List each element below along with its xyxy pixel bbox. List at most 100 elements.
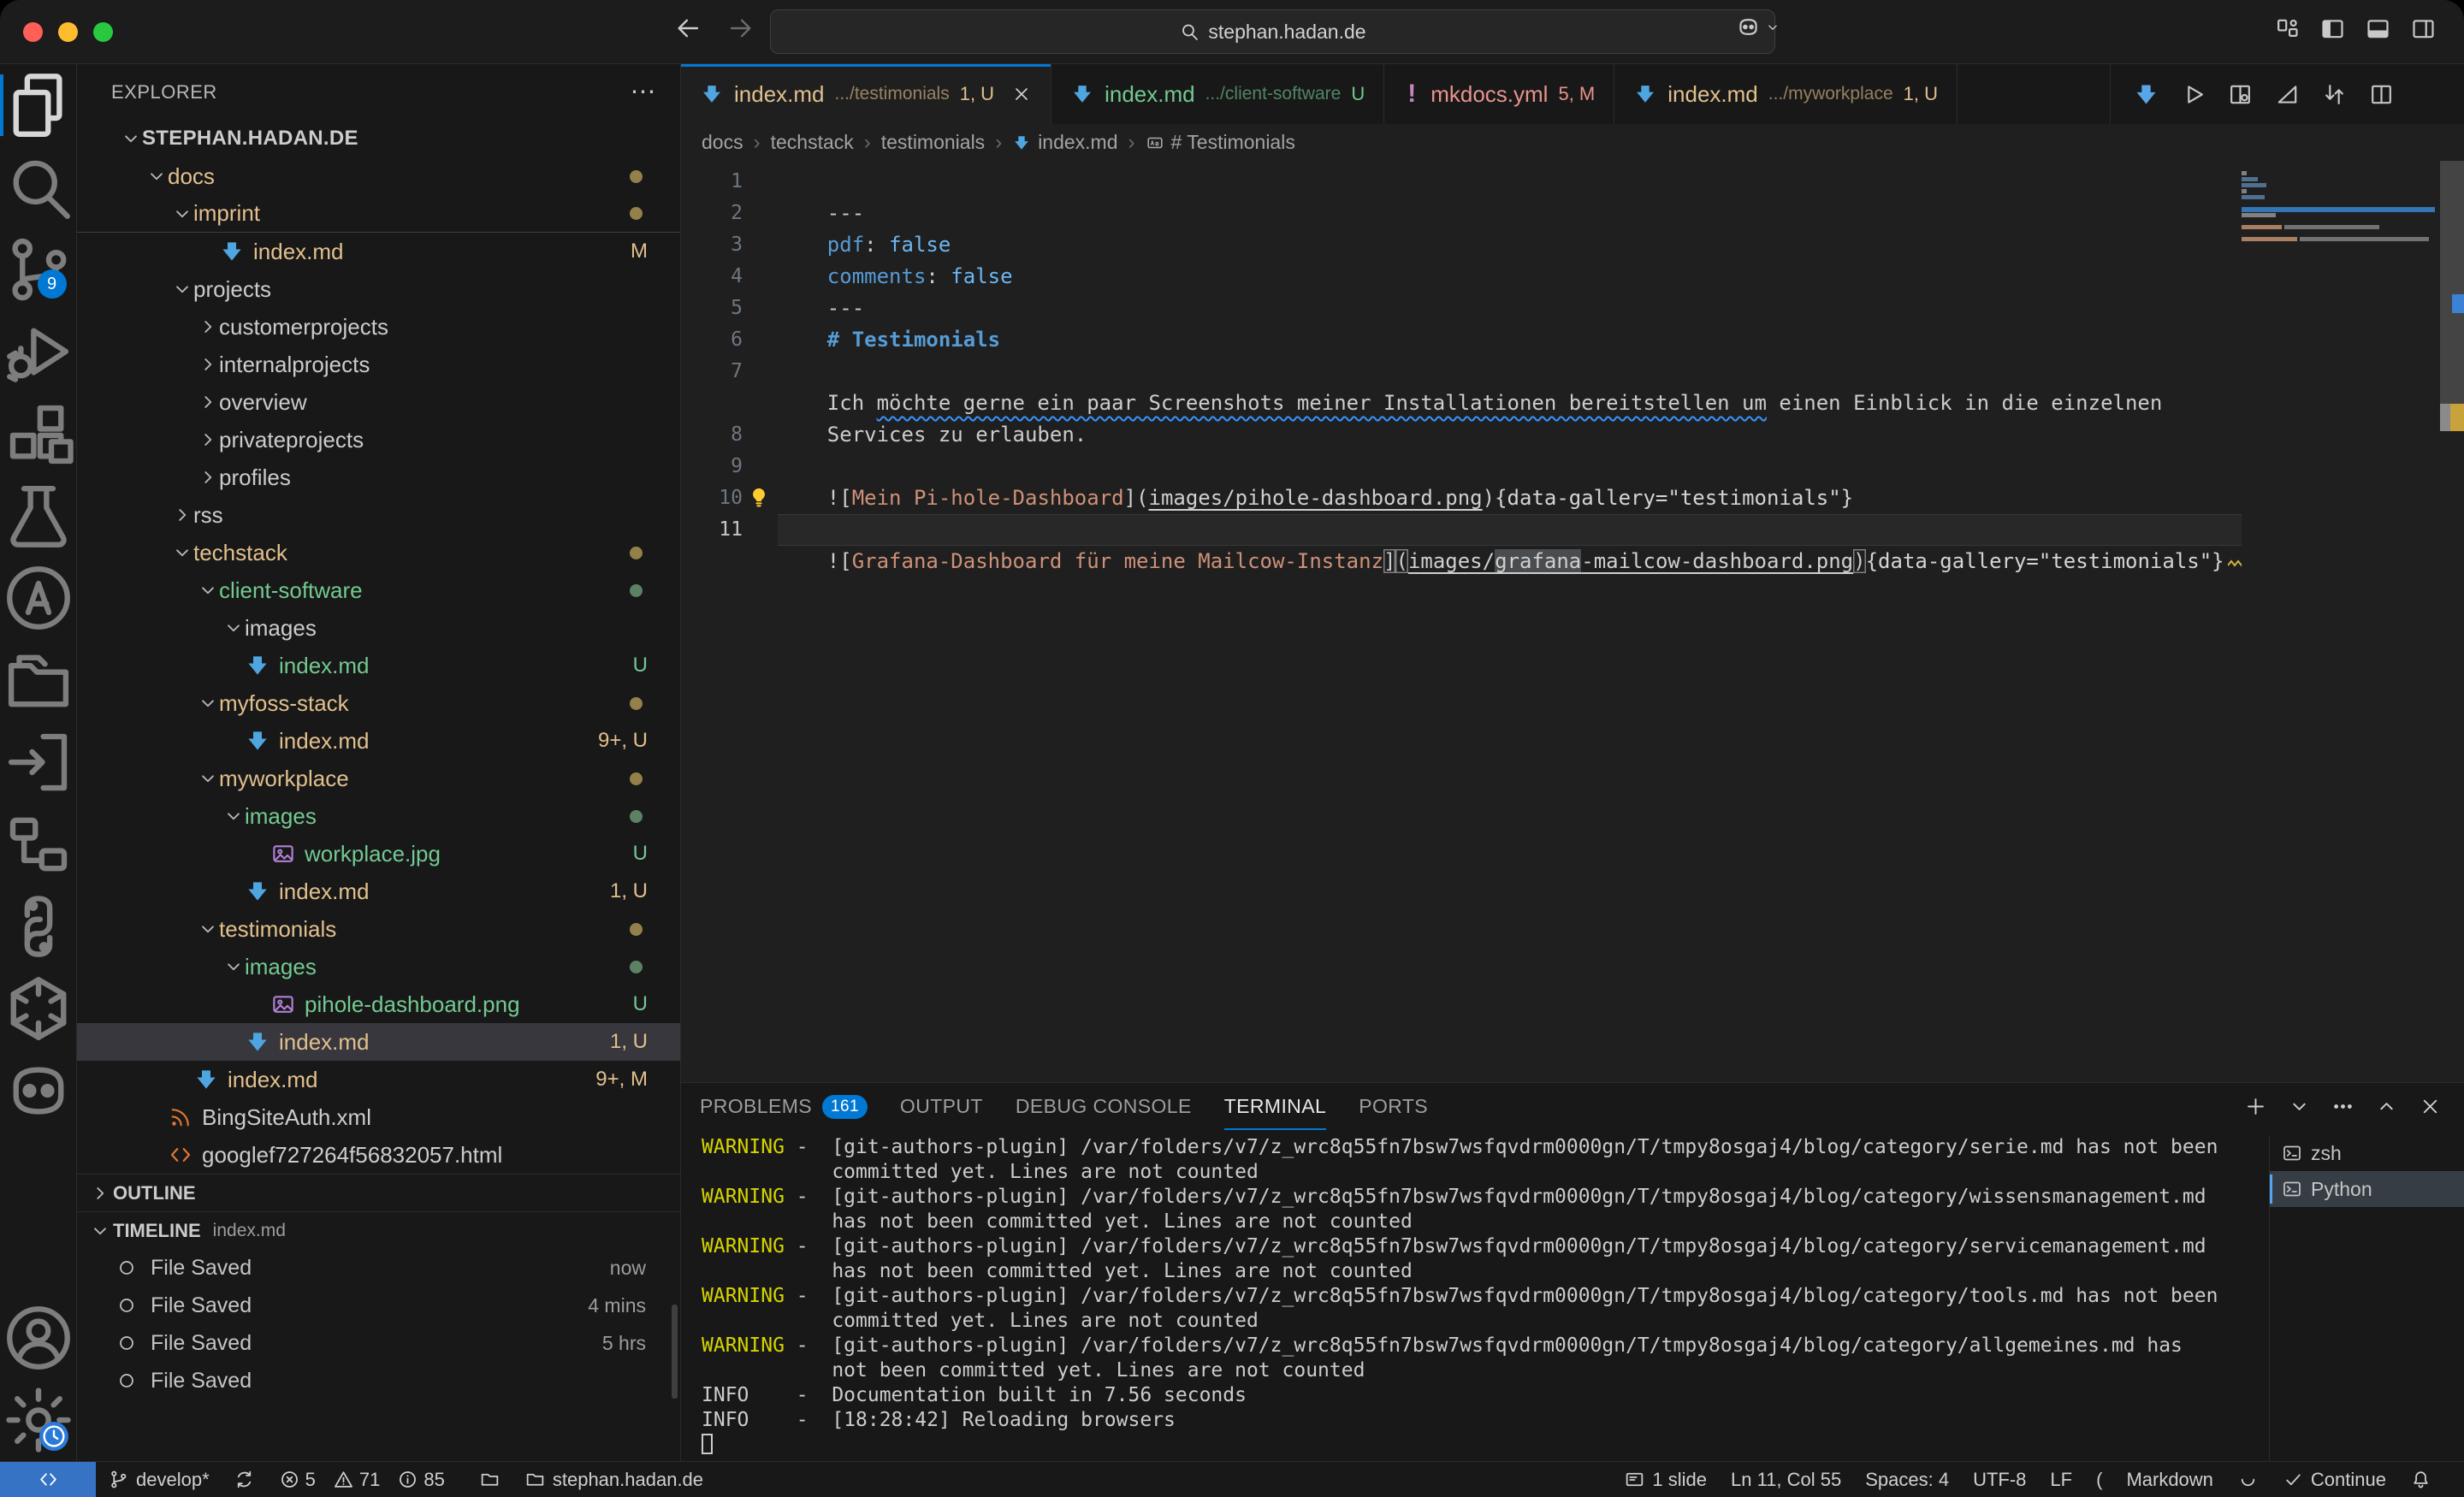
activity-python-icon[interactable] xyxy=(0,885,77,967)
activity-search-icon[interactable] xyxy=(0,146,77,228)
maximize-panel-icon[interactable] xyxy=(2375,1095,2398,1118)
panel-tab-output[interactable]: OUTPUT xyxy=(900,1083,983,1130)
tree-item-index.md[interactable]: index.mdM xyxy=(77,233,680,270)
panel-tab-ports[interactable]: PORTS xyxy=(1359,1083,1428,1130)
split-editor-icon[interactable] xyxy=(2368,81,2395,108)
tree-item-privateprojects[interactable]: privateprojects xyxy=(77,421,680,459)
tree-item-myworkplace[interactable]: myworkplace xyxy=(77,760,680,797)
tree-item-images[interactable]: images xyxy=(77,948,680,985)
more-icon[interactable] xyxy=(2331,1095,2354,1118)
activity-extensions-icon[interactable] xyxy=(0,393,77,475)
tree-item-workplace.jpg[interactable]: workplace.jpgU xyxy=(77,835,680,873)
compare-changes-icon[interactable] xyxy=(2321,81,2348,108)
status-sync-changes[interactable] xyxy=(222,1462,267,1497)
toggle-primary-sidebar-icon[interactable] xyxy=(2319,15,2346,42)
terminal-instance-zsh[interactable]: zsh xyxy=(2270,1135,2464,1171)
activity-accounts-icon[interactable] xyxy=(0,1297,77,1379)
status-workspace-folder[interactable] xyxy=(467,1462,512,1497)
overview-ruler[interactable] xyxy=(2440,161,2464,1082)
lightbulb-icon[interactable] xyxy=(747,486,771,510)
tree-item-images[interactable]: images xyxy=(77,797,680,835)
new-terminal-icon[interactable] xyxy=(2244,1095,2267,1118)
editor-tab-index-md[interactable]: index.md .../client-software U xyxy=(1051,64,1384,124)
tree-item-index.md[interactable]: index.md9+, U xyxy=(77,722,680,760)
editor-tab-index-md[interactable]: index.md .../testimonials 1, U xyxy=(681,64,1051,124)
tree-item-pihole-dashboard.png[interactable]: pihole-dashboard.pngU xyxy=(77,985,680,1023)
open-preview-to-side-icon[interactable] xyxy=(2227,81,2254,108)
tree-item-overview[interactable]: overview xyxy=(77,383,680,421)
status-eol[interactable]: LF xyxy=(2038,1462,2084,1497)
status-notifications[interactable] xyxy=(2398,1462,2443,1497)
status-language-mode[interactable]: Markdown xyxy=(2114,1462,2224,1497)
close-window-button[interactable] xyxy=(23,22,43,42)
status-marp-slides[interactable]: 1 slide xyxy=(1612,1462,1719,1497)
activity-project-library-icon[interactable] xyxy=(0,639,77,721)
status-continue[interactable]: Continue xyxy=(2271,1462,2398,1497)
status-remote[interactable] xyxy=(0,1462,96,1497)
breadcrumb-item[interactable]: docs xyxy=(702,131,743,154)
tree-item-rss[interactable]: rss xyxy=(77,496,680,534)
status-project-manager[interactable]: stephan.hadan.de xyxy=(512,1462,715,1497)
activity-settings-icon[interactable] xyxy=(0,1379,77,1461)
activity-source-control-icon[interactable]: 9 xyxy=(0,228,77,311)
tree-item-testimonials[interactable]: testimonials xyxy=(77,910,680,948)
activity-testing-icon[interactable] xyxy=(0,475,77,557)
breadcrumb-item[interactable]: techstack xyxy=(771,131,854,154)
tree-item-customerprojects[interactable]: customerprojects xyxy=(77,308,680,346)
code-editor[interactable]: 1234567891011 --- pdf: false comments: f… xyxy=(681,161,2464,1082)
timeline-item[interactable]: File Saved 4 mins xyxy=(77,1287,680,1324)
markdownlint-icon[interactable] xyxy=(2274,81,2301,108)
close-tab-icon[interactable] xyxy=(1011,84,1032,104)
scrollbar-slider[interactable] xyxy=(2440,161,2464,405)
navigate-forward-icon[interactable] xyxy=(726,14,755,43)
status-cursor-position[interactable]: Ln 11, Col 55 xyxy=(1719,1462,1853,1497)
terminal-instance-python[interactable]: Python xyxy=(2270,1171,2464,1207)
activity-containers-icon[interactable] xyxy=(0,803,77,885)
tree-item-images[interactable]: images xyxy=(77,609,680,647)
copilot-menu[interactable] xyxy=(1735,14,1780,40)
tree-item-myfoss-stack[interactable]: myfoss-stack xyxy=(77,684,680,722)
timeline-section-header[interactable]: TIMELINE index.md xyxy=(77,1211,680,1249)
navigate-back-icon[interactable] xyxy=(674,14,703,43)
editor-tab-index-md[interactable]: index.md .../myworkplace 1, U xyxy=(1614,64,1958,124)
customize-layout-icon[interactable] xyxy=(2274,15,2301,42)
timeline-item[interactable]: File Saved xyxy=(77,1362,680,1399)
explorer-more-actions-icon[interactable]: ⋯ xyxy=(631,77,657,107)
tree-item-projects[interactable]: projects xyxy=(77,270,680,308)
toggle-secondary-sidebar-icon[interactable] xyxy=(2410,15,2437,42)
status-spinner[interactable] xyxy=(2225,1462,2271,1497)
panel-tab-problems[interactable]: PROBLEMS 161 xyxy=(700,1083,868,1130)
timeline-item[interactable]: File Saved now xyxy=(77,1249,680,1287)
tree-item-client-software[interactable]: client-software xyxy=(77,571,680,609)
sidebar-scrollbar[interactable] xyxy=(672,1305,678,1399)
run-file-icon[interactable] xyxy=(2180,81,2206,108)
tree-item-googlef727264f56832057.html[interactable]: googlef727264f56832057.html xyxy=(77,1136,680,1174)
activity-package-tool-icon[interactable] xyxy=(0,967,77,1050)
breadcrumb-item[interactable]: index.md xyxy=(1012,131,1117,154)
tree-item-docs[interactable]: docs xyxy=(77,157,680,195)
minimap[interactable] xyxy=(2242,161,2440,1082)
tree-item-stephan.hadan.de[interactable]: STEPHAN.HADAN.DE xyxy=(77,120,680,157)
toggle-panel-icon[interactable] xyxy=(2365,15,2391,42)
panel-tab-terminal[interactable]: TERMINAL xyxy=(1224,1083,1327,1130)
terminal-dropdown-icon[interactable] xyxy=(2288,1095,2311,1118)
activity-copilot-icon[interactable] xyxy=(0,1050,77,1132)
zoom-window-button[interactable] xyxy=(93,22,113,42)
status-problems[interactable]: 57185 xyxy=(267,1462,467,1497)
markdown-preview-icon[interactable] xyxy=(2133,81,2159,108)
breadcrumb-item[interactable]: testimonials xyxy=(881,131,985,154)
status-encoding[interactable]: UTF-8 xyxy=(1961,1462,2038,1497)
status-paren-indicator[interactable]: ( xyxy=(2084,1462,2114,1497)
editor-tab-mkdocs-yml[interactable]: !mkdocs.yml 5, M xyxy=(1384,64,1614,124)
status-indentation[interactable]: Spaces: 4 xyxy=(1853,1462,1961,1497)
tree-item-techstack[interactable]: techstack xyxy=(77,534,680,571)
tree-item-index.md[interactable]: index.md9+, M xyxy=(77,1061,680,1098)
outline-section-header[interactable]: OUTLINE xyxy=(77,1174,680,1211)
tree-item-profiles[interactable]: profiles xyxy=(77,459,680,496)
timeline-item[interactable]: File Saved 5 hrs xyxy=(77,1324,680,1362)
command-center-search[interactable]: stephan.hadan.de xyxy=(770,9,1775,54)
panel-tab-debug-console[interactable]: DEBUG CONSOLE xyxy=(1016,1083,1192,1130)
tree-item-bingsiteauth.xml[interactable]: BingSiteAuth.xml xyxy=(77,1098,680,1136)
activity-letter-a-tool-icon[interactable] xyxy=(0,557,77,639)
status-git-branch[interactable]: develop* xyxy=(96,1462,222,1497)
